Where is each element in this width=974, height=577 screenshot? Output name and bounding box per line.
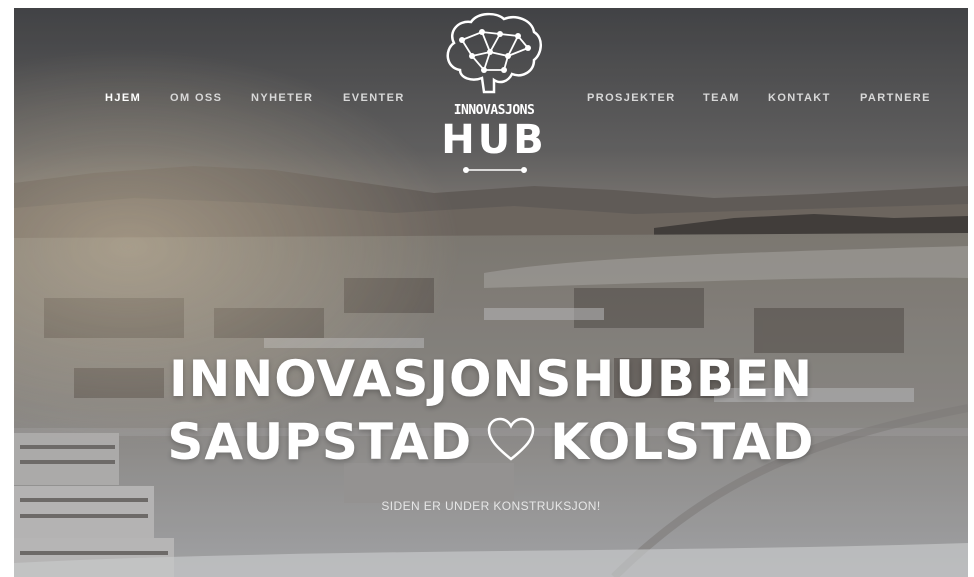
logo-underline-icon <box>463 167 527 173</box>
logo-text-hub: HUB <box>441 117 547 163</box>
nav-link-prosjekter[interactable]: PROSJEKTER <box>587 89 676 107</box>
nav-link-eventer[interactable]: EVENTER <box>343 89 405 107</box>
nav-link-om-oss[interactable]: OM OSS <box>170 89 222 107</box>
nav-link-nyheter[interactable]: NYHETER <box>251 89 313 107</box>
hero-section: HJEM OM OSS NYHETER EVENTER PROSJEKTER T… <box>14 8 968 577</box>
nav-link-partnere[interactable]: PARTNERE <box>860 89 931 107</box>
hero-title-saupstad: SAUPSTAD <box>167 413 473 471</box>
hero-title-line1: INNOVASJONSHUBBEN <box>168 350 814 408</box>
hero-title-line2: SAUPSTAD KOLSTAD <box>14 414 968 474</box>
heart-icon <box>486 417 536 474</box>
nav-link-hjem[interactable]: HJEM <box>105 89 141 107</box>
hero-subtitle: SIDEN ER UNDER KONSTRUKSJON! <box>381 499 601 513</box>
nav-link-team[interactable]: TEAM <box>703 89 740 107</box>
brain-network-icon <box>446 12 542 94</box>
nav-link-kontakt[interactable]: KONTAKT <box>768 89 831 107</box>
logo-text-innovasjons: INNOVASJONS <box>453 103 535 118</box>
innovasjons-hub-logo[interactable]: INNOVASJONS HUB <box>438 10 550 180</box>
hero-title-kolstad: KOLSTAD <box>550 413 815 471</box>
